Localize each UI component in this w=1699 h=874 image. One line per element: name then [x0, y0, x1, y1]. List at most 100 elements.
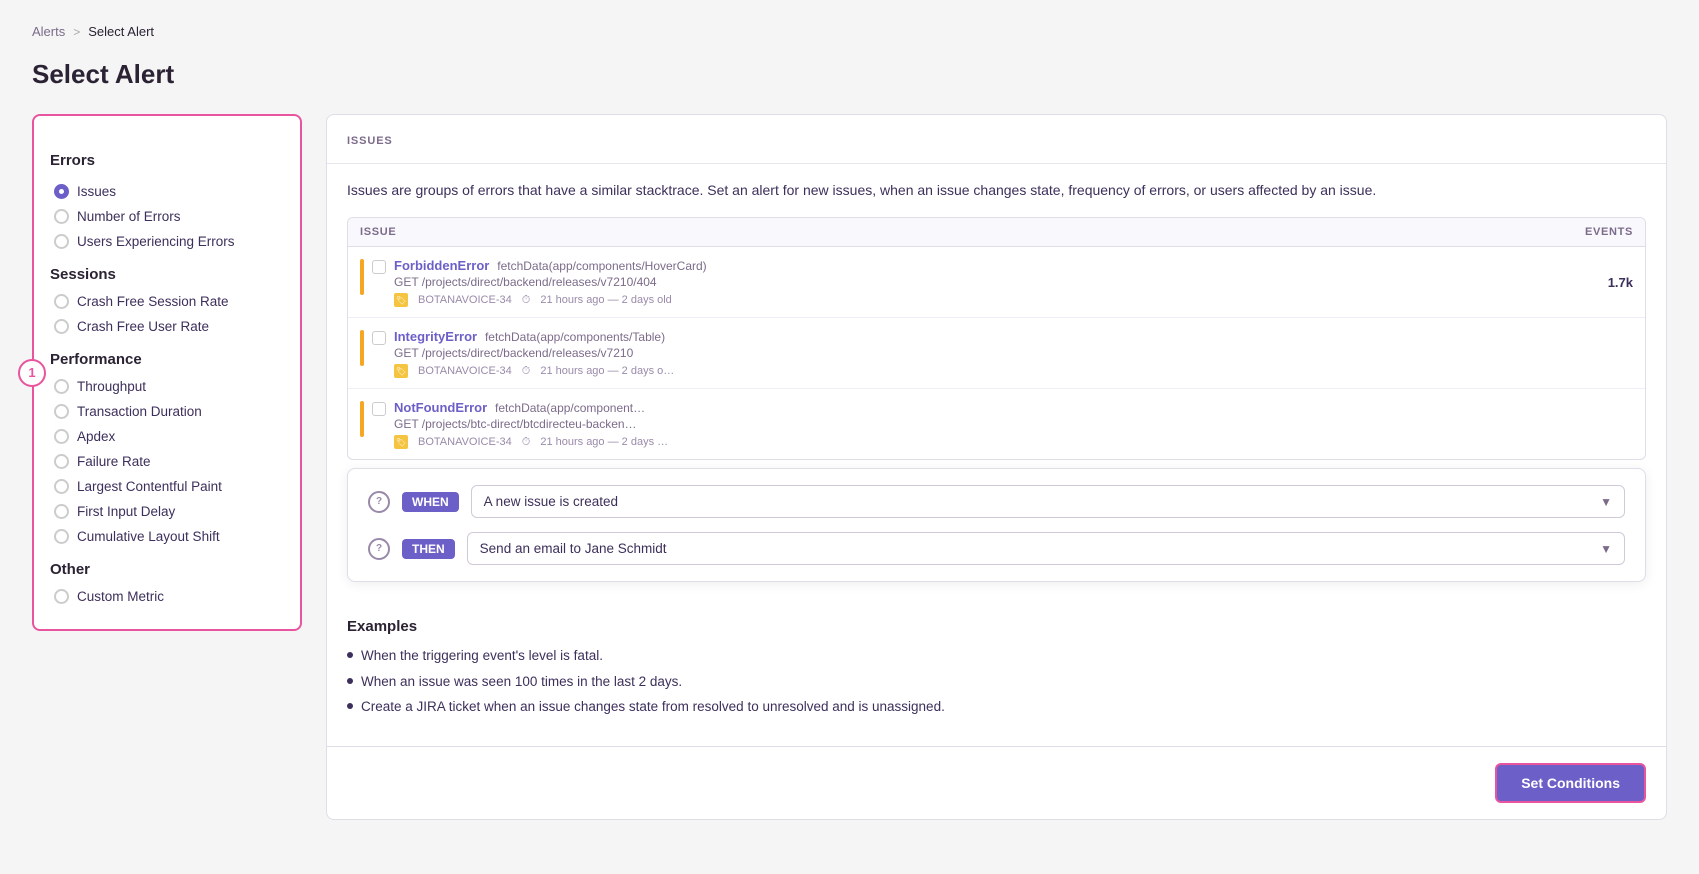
when-badge: WHEN	[402, 492, 459, 512]
breadcrumb-separator: >	[73, 25, 80, 39]
sidebar-item-cumulative-layout-shift[interactable]: Cumulative Layout Shift	[50, 524, 284, 549]
sidebar-label-crash-free-user-rate: Crash Free User Rate	[77, 319, 209, 334]
issue-meta: 🏷 BOTANAVOICE-34 ⏱ 21 hours ago — 2 days…	[394, 293, 1573, 307]
examples-section: Examples When the triggering event's lev…	[327, 598, 1666, 746]
chevron-down-icon: ▼	[1600, 542, 1612, 556]
sidebar-item-apdex[interactable]: Apdex	[50, 424, 284, 449]
issue-time: 21 hours ago — 2 days o…	[540, 365, 674, 377]
radio-users-experiencing-errors	[54, 234, 69, 249]
issue-func: fetchData(app/components/Table)	[485, 330, 665, 344]
sidebar-label-failure-rate: Failure Rate	[77, 454, 151, 469]
sidebar-item-users-experiencing-errors[interactable]: Users Experiencing Errors	[50, 229, 284, 254]
sidebar-label-first-input-delay: First Input Delay	[77, 504, 175, 519]
sidebar-label-largest-contentful-paint: Largest Contentful Paint	[77, 479, 222, 494]
issue-severity-bar	[360, 330, 364, 366]
issue-info: IntegrityError fetchData(app/components/…	[394, 328, 1573, 378]
sidebar-item-failure-rate[interactable]: Failure Rate	[50, 449, 284, 474]
issue-avatar: 🏷	[394, 364, 408, 378]
example-text: Create a JIRA ticket when an issue chang…	[361, 696, 945, 718]
issue-path: GET /projects/direct/backend/releases/v7…	[394, 275, 1573, 289]
issue-title: ForbiddenError	[394, 258, 489, 273]
issue-meta-text: BOTANAVOICE-34	[418, 436, 512, 448]
table-row[interactable]: IntegrityError fetchData(app/components/…	[348, 318, 1645, 389]
sidebar-section-sessions: Sessions	[50, 266, 284, 283]
table-row[interactable]: NotFoundError fetchData(app/component… G…	[348, 389, 1645, 459]
sidebar-item-first-input-delay[interactable]: First Input Delay	[50, 499, 284, 524]
issue-clock-icon: ⏱	[522, 294, 531, 307]
issue-events: 1.7k	[1573, 275, 1633, 290]
sidebar-label-issues: Issues	[77, 184, 116, 199]
issue-clock-icon: ⏱	[522, 436, 531, 449]
sidebar-item-crash-free-user-rate[interactable]: Crash Free User Rate	[50, 314, 284, 339]
issue-func: fetchData(app/components/HoverCard)	[497, 259, 706, 273]
issue-avatar: 🏷	[394, 293, 408, 307]
sidebar-item-throughput[interactable]: Throughput	[50, 374, 284, 399]
radio-throughput	[54, 379, 69, 394]
sidebar-section-errors: Errors	[50, 152, 284, 169]
radio-issues	[54, 184, 69, 199]
when-then-panel: WHEN A new issue is created ▼ THEN Send …	[347, 468, 1646, 582]
issue-checkbox[interactable]	[372, 260, 386, 274]
then-circle-icon	[368, 538, 390, 560]
then-badge: THEN	[402, 539, 455, 559]
radio-crash-free-session-rate	[54, 294, 69, 309]
main-footer: Set Conditions 2	[327, 746, 1666, 819]
sidebar-item-transaction-duration[interactable]: Transaction Duration	[50, 399, 284, 424]
radio-number-of-errors	[54, 209, 69, 224]
radio-crash-free-user-rate	[54, 319, 69, 334]
issues-table-header: ISSUE EVENTS	[348, 218, 1645, 247]
sidebar-label-transaction-duration: Transaction Duration	[77, 404, 202, 419]
issue-meta: 🏷 BOTANAVOICE-34 ⏱ 21 hours ago — 2 days…	[394, 435, 1573, 449]
sidebar-section-performance: Performance	[50, 351, 284, 368]
issues-header: ISSUES	[327, 115, 1666, 164]
sidebar-section-other: Other	[50, 561, 284, 578]
issue-checkbox[interactable]	[372, 331, 386, 345]
sidebar-label-cumulative-layout-shift: Cumulative Layout Shift	[77, 529, 220, 544]
example-text: When an issue was seen 100 times in the …	[361, 671, 682, 693]
sidebar-item-issues[interactable]: Issues	[50, 179, 284, 204]
examples-title: Examples	[347, 618, 1646, 635]
radio-cumulative-layout-shift	[54, 529, 69, 544]
breadcrumb: Alerts > Select Alert	[32, 24, 1667, 39]
sidebar-item-crash-free-session-rate[interactable]: Crash Free Session Rate	[50, 289, 284, 314]
issue-path: GET /projects/direct/backend/releases/v7…	[394, 346, 1573, 360]
issue-title: IntegrityError	[394, 329, 477, 344]
col-issue: ISSUE	[360, 226, 396, 238]
issue-avatar: 🏷	[394, 435, 408, 449]
table-row[interactable]: ForbiddenError fetchData(app/components/…	[348, 247, 1645, 318]
set-conditions-button[interactable]: Set Conditions	[1495, 763, 1646, 803]
issue-title: NotFoundError	[394, 400, 487, 415]
example-bullet	[347, 652, 353, 658]
issue-func: fetchData(app/component…	[495, 401, 645, 415]
issue-path: GET /projects/btc-direct/btcdirecteu-bac…	[394, 417, 1573, 431]
breadcrumb-parent[interactable]: Alerts	[32, 24, 65, 39]
issue-checkbox[interactable]	[372, 402, 386, 416]
breadcrumb-current: Select Alert	[88, 24, 154, 39]
sidebar-label-crash-free-session-rate: Crash Free Session Rate	[77, 294, 229, 309]
issue-info: NotFoundError fetchData(app/component… G…	[394, 399, 1573, 449]
example-item: When an issue was seen 100 times in the …	[347, 671, 1646, 693]
sidebar-item-custom-metric[interactable]: Custom Metric	[50, 584, 284, 609]
page-title: Select Alert	[32, 59, 1667, 90]
sidebar-label-number-of-errors: Number of Errors	[77, 209, 181, 224]
sidebar-item-number-of-errors[interactable]: Number of Errors	[50, 204, 284, 229]
then-dropdown[interactable]: Send an email to Jane Schmidt ▼	[467, 532, 1625, 565]
sidebar-label-apdex: Apdex	[77, 429, 115, 444]
radio-custom-metric	[54, 589, 69, 604]
issue-time: 21 hours ago — 2 days old	[540, 294, 671, 306]
sidebar-label-users-experiencing-errors: Users Experiencing Errors	[77, 234, 235, 249]
when-dropdown-value: A new issue is created	[484, 494, 618, 509]
sidebar-label-throughput: Throughput	[77, 379, 146, 394]
issue-meta: 🏷 BOTANAVOICE-34 ⏱ 21 hours ago — 2 days…	[394, 364, 1573, 378]
sidebar: 1 Errors Issues Number of Errors Users E…	[32, 114, 302, 631]
when-dropdown[interactable]: A new issue is created ▼	[471, 485, 1625, 518]
when-circle-icon	[368, 491, 390, 513]
chevron-down-icon: ▼	[1600, 495, 1612, 509]
issue-meta-text: BOTANAVOICE-34	[418, 294, 512, 306]
example-bullet	[347, 678, 353, 684]
sidebar-item-largest-contentful-paint[interactable]: Largest Contentful Paint	[50, 474, 284, 499]
sidebar-step-badge: 1	[18, 359, 46, 387]
radio-transaction-duration	[54, 404, 69, 419]
col-events: EVENTS	[1585, 226, 1633, 238]
issues-table: ISSUE EVENTS ForbiddenError fetchData(ap…	[347, 217, 1646, 460]
